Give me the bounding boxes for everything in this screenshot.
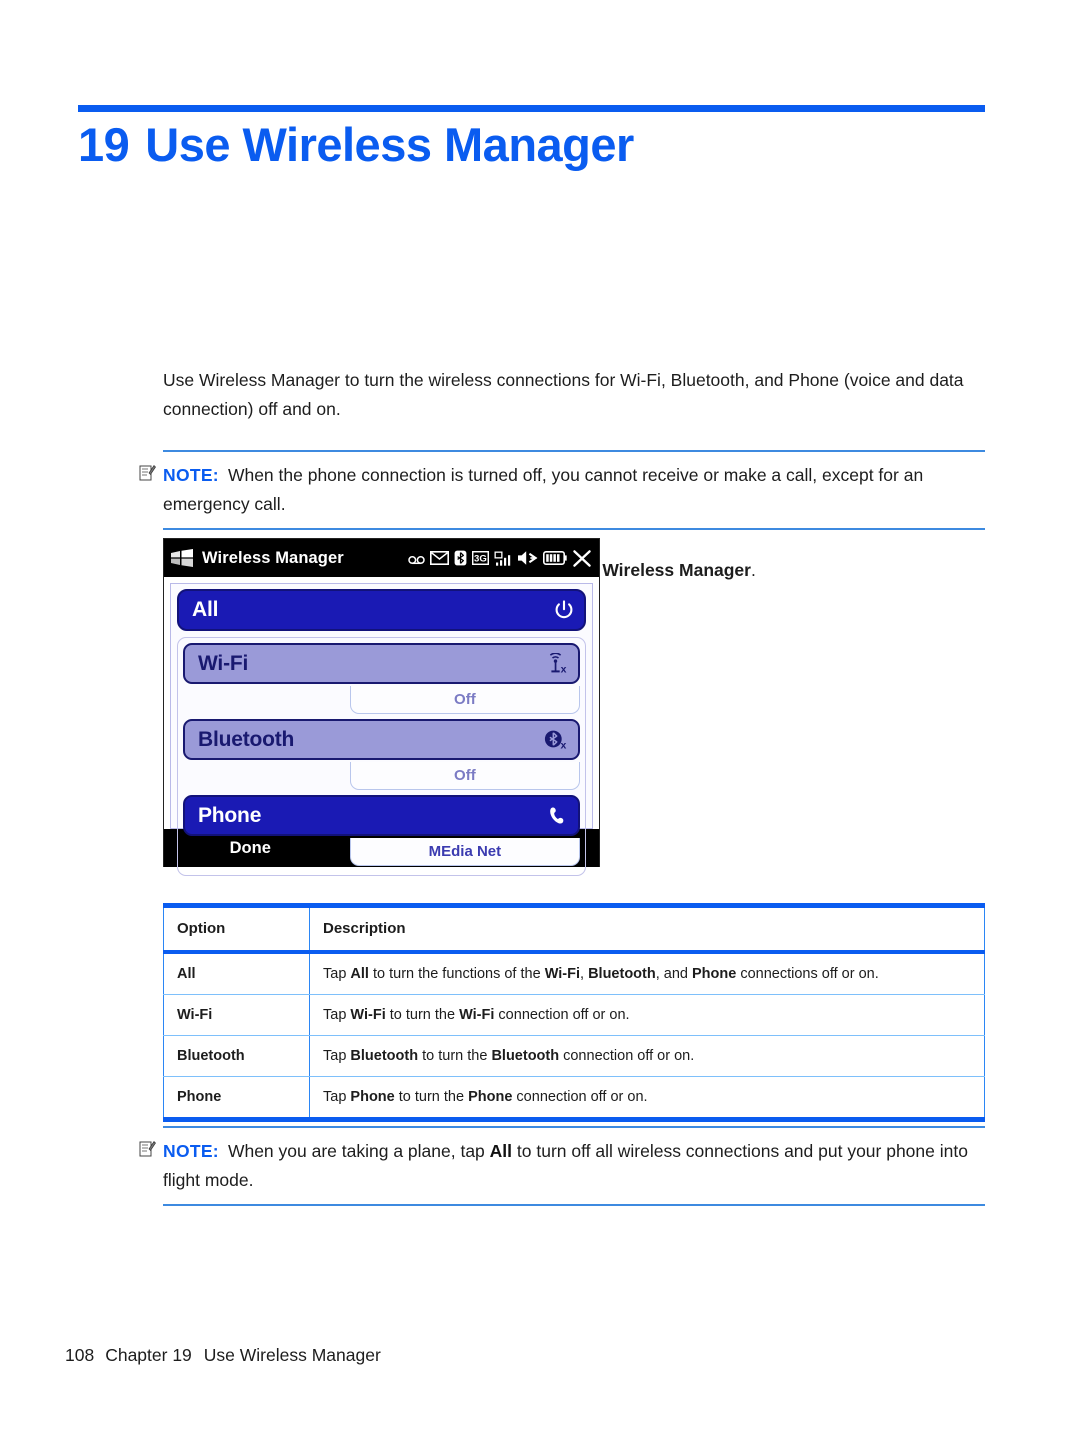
speaker-icon bbox=[518, 551, 538, 565]
wm-status-phone: MEdia Net bbox=[349, 838, 580, 866]
option-table: Option Description All Tap All to turn t… bbox=[163, 903, 985, 1122]
footer-title: Use Wireless Manager bbox=[203, 1345, 381, 1365]
wm-status-wifi-text: Off bbox=[454, 691, 476, 708]
close-icon[interactable] bbox=[572, 549, 592, 568]
header-rule bbox=[78, 105, 985, 112]
wm-row-bluetooth-label: Bluetooth bbox=[198, 727, 295, 751]
bluetooth-icon bbox=[454, 550, 467, 566]
battery-icon bbox=[543, 551, 567, 565]
wm-row-wifi-label: Wi-Fi bbox=[198, 651, 249, 675]
table-cell-description: Tap All to turn the functions of the Wi-… bbox=[309, 952, 985, 995]
device-title: Wireless Manager bbox=[202, 548, 344, 567]
envelope-icon bbox=[430, 551, 449, 565]
device-status-icons: 3G bbox=[408, 549, 592, 568]
note-top-label: NOTE: bbox=[163, 465, 219, 485]
page-title: 19 Use Wireless Manager bbox=[78, 117, 634, 172]
note-pencil-icon bbox=[139, 1140, 156, 1157]
table-cell-option: Bluetooth bbox=[163, 1035, 310, 1077]
phone-handset-icon bbox=[548, 806, 568, 825]
table-cell-option: Phone bbox=[163, 1076, 310, 1122]
wm-row-all[interactable]: All bbox=[177, 589, 586, 631]
table-row: Bluetooth Tap Bluetooth to turn the Blue… bbox=[163, 1035, 985, 1077]
wifi-off-icon: x bbox=[546, 653, 568, 674]
table-row: Wi-Fi Tap Wi-Fi to turn the Wi-Fi connec… bbox=[163, 994, 985, 1036]
note-bottom-wrap: NOTE: When you are taking a plane, tap Al… bbox=[139, 1126, 985, 1206]
note-bottom-body: NOTE: When you are taking a plane, tap Al… bbox=[163, 1137, 985, 1195]
bluetooth-off-icon: x bbox=[544, 729, 568, 750]
wm-status-bluetooth-text: Off bbox=[454, 767, 476, 784]
svg-text:x: x bbox=[561, 663, 567, 674]
svg-text:3G: 3G bbox=[474, 553, 487, 564]
table-header-option: Option bbox=[163, 903, 310, 954]
wireless-manager-panel: All Wi-Fi x Off Bluetooth x Off Phone ME… bbox=[170, 583, 593, 876]
device-titlebar: Wireless Manager 3G bbox=[164, 539, 599, 577]
wm-status-wifi: Off bbox=[349, 686, 580, 714]
signal-bars-icon bbox=[494, 551, 511, 566]
3g-icon: 3G bbox=[472, 551, 489, 565]
device-screenshot: Wireless Manager 3G All Wi-Fi x Off Blue… bbox=[163, 538, 600, 876]
table-cell-description: Tap Phone to turn the Phone connection o… bbox=[309, 1076, 985, 1122]
note-bottom: NOTE: When you are taking a plane, tap Al… bbox=[139, 1126, 985, 1206]
wm-connection-group: Wi-Fi x Off Bluetooth x Off Phone MEdia … bbox=[177, 637, 586, 876]
wm-row-phone-label: Phone bbox=[198, 803, 262, 827]
note-top-body: NOTE: When the phone connection is turned… bbox=[163, 461, 985, 519]
table-cell-description: Tap Wi-Fi to turn the Wi-Fi connection o… bbox=[309, 994, 985, 1036]
table-header-description: Description bbox=[309, 903, 985, 954]
footer-chapter: Chapter 19 bbox=[105, 1345, 192, 1365]
wm-row-all-label: All bbox=[192, 598, 219, 621]
voicemail-icon bbox=[408, 555, 425, 564]
instruction-suffix: . bbox=[750, 560, 756, 580]
table-row: Phone Tap Phone to turn the Phone connec… bbox=[163, 1076, 985, 1122]
wm-status-bluetooth: Off bbox=[349, 762, 580, 790]
svg-text:x: x bbox=[560, 739, 566, 750]
wm-row-wifi[interactable]: Wi-Fi x bbox=[183, 643, 580, 684]
note-top-text: When the phone connection is turned off,… bbox=[163, 465, 924, 514]
wm-row-phone[interactable]: Phone bbox=[183, 795, 580, 836]
wm-status-phone-text: MEdia Net bbox=[428, 843, 502, 860]
table-header-row: Option Description bbox=[163, 903, 985, 954]
windows-mobile-logo-icon bbox=[171, 549, 193, 567]
table-cell-option: Wi-Fi bbox=[163, 994, 310, 1036]
wm-row-bluetooth[interactable]: Bluetooth x bbox=[183, 719, 580, 760]
table-body: All Tap All to turn the functions of the… bbox=[163, 952, 985, 1122]
table-cell-description: Tap Bluetooth to turn the Bluetooth conn… bbox=[309, 1035, 985, 1077]
note-top: NOTE: When the phone connection is turned… bbox=[139, 450, 985, 530]
note-pencil-icon bbox=[139, 464, 156, 481]
footer-page-number: 108 bbox=[65, 1345, 95, 1365]
note-bottom-text: When you are taking a plane, tap All to … bbox=[163, 1141, 968, 1190]
table-row: All Tap All to turn the functions of the… bbox=[163, 952, 985, 995]
page-footer: 108 Chapter 19 Use Wireless Manager bbox=[65, 1345, 381, 1366]
note-bottom-label: NOTE: bbox=[163, 1141, 219, 1161]
page-title-text: Use Wireless Manager bbox=[145, 118, 634, 171]
instruction-bold: Wireless Manager bbox=[602, 560, 751, 580]
device-screen: All Wi-Fi x Off Bluetooth x Off Phone ME… bbox=[164, 577, 599, 876]
table-cell-option: All bbox=[163, 952, 310, 995]
chapter-number: 19 bbox=[78, 118, 130, 171]
power-icon bbox=[554, 600, 574, 620]
intro-paragraph: Use Wireless Manager to turn the wireles… bbox=[163, 370, 964, 419]
